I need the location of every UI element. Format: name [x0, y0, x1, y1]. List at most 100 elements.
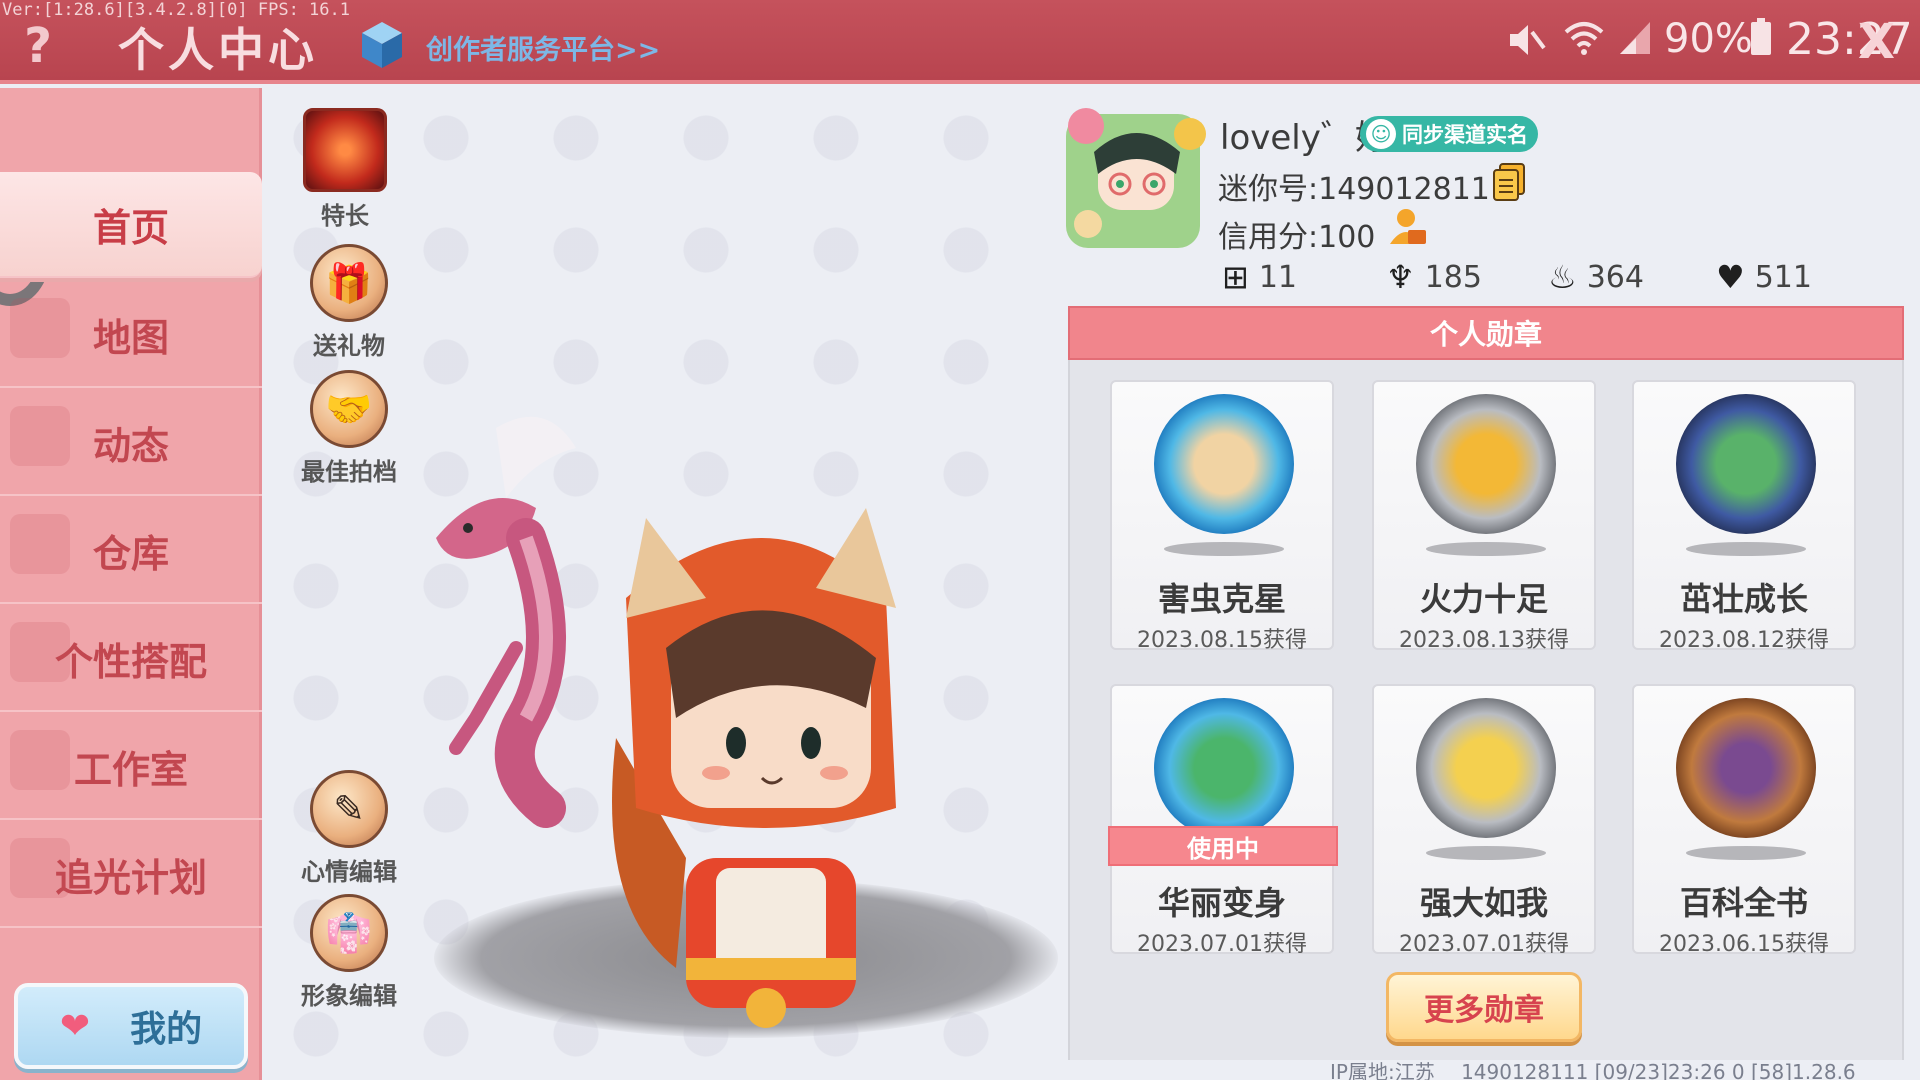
nav-label: 地图 — [92, 315, 169, 360]
copy-icon[interactable] — [1492, 162, 1526, 202]
close-button[interactable]: X — [1858, 14, 1895, 70]
nav-label: 仓库 — [92, 531, 169, 576]
tool-gift[interactable]: 🎁 送礼物 — [294, 244, 404, 361]
medal-bug-icon — [1154, 394, 1294, 534]
ip-location: IP属地:江苏 — [1330, 1060, 1435, 1080]
in-use-tag: 使用中 — [1108, 826, 1338, 866]
nav-label: 动态 — [92, 423, 169, 468]
tool-mood-edit[interactable]: ✎ 心情编辑 — [294, 770, 404, 887]
wifi-icon — [1564, 22, 1604, 55]
medal-card[interactable]: 强大如我 2023.07.01获得 — [1372, 684, 1596, 957]
stat-trophy[interactable]: ♆ 185 — [1386, 258, 1482, 296]
help-button[interactable]: ? — [14, 18, 62, 74]
nav-feed[interactable]: 动态 — [0, 390, 262, 496]
mine-label: 我的 — [130, 1009, 203, 1050]
medal-card[interactable]: 火力十足 2023.08.13获得 — [1372, 380, 1596, 653]
profile-avatar[interactable] — [1058, 104, 1208, 254]
tool-label: 送礼物 — [313, 332, 385, 360]
mute-icon — [1510, 25, 1546, 55]
medal-shadow — [1426, 846, 1546, 860]
medal-card[interactable]: 茁壮成长 2023.08.12获得 — [1632, 380, 1856, 653]
medal-date: 2023.08.15获得 — [1137, 628, 1307, 653]
trophy-cup-icon: ♆ — [1386, 258, 1415, 296]
footer-log: [09/23]23:26 0 [58]1.28.6 — [1594, 1060, 1856, 1080]
medal-card[interactable]: 害虫克星 2023.08.15获得 — [1110, 380, 1334, 653]
stat-flame[interactable]: ♨ 364 — [1548, 258, 1644, 296]
stat-value: 185 — [1424, 259, 1482, 295]
realname-badge[interactable]: ☺ 同步渠道实名 — [1360, 116, 1538, 152]
medal-date: 2023.07.01获得 — [1137, 932, 1307, 957]
medal-name: 华丽变身 — [1157, 884, 1286, 922]
nav-label: 个性搭配 — [54, 639, 207, 684]
realname-label: 同步渠道实名 — [1402, 123, 1528, 147]
medal-dino-icon — [1154, 698, 1294, 838]
nav-studio[interactable]: 工作室 — [0, 714, 262, 820]
medal-name: 害虫克星 — [1157, 580, 1286, 618]
stat-value: 364 — [1586, 259, 1644, 295]
nav-warehouse[interactable]: 仓库 — [0, 498, 262, 604]
nav-outfit[interactable]: 个性搭配 — [0, 606, 262, 712]
tool-label: 特长 — [321, 202, 369, 230]
sidebar: 首页 地图 动态 仓库 个性搭配 工作室 追光计划 — [0, 88, 262, 1080]
medal-frog-king-icon — [1676, 394, 1816, 534]
player-avatar[interactable] — [566, 488, 966, 1048]
footer-id: 1490128111 — [1461, 1060, 1589, 1080]
tool-label: 最佳拍档 — [301, 458, 397, 486]
handshake-icon: 🤝 — [310, 370, 388, 448]
tool-label: 心情编辑 — [301, 858, 397, 886]
nav-map[interactable]: 地图 — [0, 282, 262, 388]
gift-icon: 🎁 — [310, 244, 388, 322]
character-stage: 特长 🎁 送礼物 🤝 最佳拍档 ✎ 心情编辑 👘 形象编辑 — [266, 88, 1066, 1080]
page-title: 个人中心 — [118, 23, 318, 77]
medal-date: 2023.08.13获得 — [1399, 628, 1569, 653]
person-icon: ☺ — [1366, 119, 1396, 149]
stat-value: 511 — [1754, 259, 1812, 295]
medal-name: 百科全书 — [1679, 884, 1808, 922]
medal-shadow — [1686, 542, 1806, 556]
medal-card[interactable]: 百科全书 2023.06.15获得 — [1632, 684, 1856, 957]
nav-light-chase[interactable]: 追光计划 — [0, 822, 262, 928]
plus-box-icon: ⊞ — [1222, 258, 1249, 296]
medal-date: 2023.07.01获得 — [1399, 932, 1569, 957]
nav-label: 追光计划 — [54, 855, 207, 900]
medal-book-icon — [1676, 698, 1816, 838]
stat-plus[interactable]: ⊞ 11 — [1222, 258, 1297, 296]
medal-header: 个人勋章 — [1068, 306, 1904, 360]
mini-id: 迷你号:1490128111 — [1218, 172, 1509, 207]
medal-card[interactable]: 使用中 华丽变身 2023.07.01获得 — [1108, 684, 1338, 957]
mine-button[interactable]: ❤ 我的 — [14, 983, 248, 1069]
medal-shadow — [1426, 542, 1546, 556]
costume-icon: 👘 — [310, 894, 388, 972]
credit-person-icon[interactable] — [1386, 206, 1428, 248]
medal-name: 茁壮成长 — [1679, 580, 1808, 618]
medal-date: 2023.08.12获得 — [1659, 628, 1829, 653]
nav-label: 首页 — [92, 205, 169, 250]
heart-icon: ❤ — [59, 1005, 91, 1047]
medal-name: 强大如我 — [1419, 884, 1548, 922]
bell-icon — [10, 406, 70, 466]
medal-date: 2023.06.15获得 — [1659, 932, 1829, 957]
medal-shadow — [1164, 542, 1284, 556]
nav-label: 工作室 — [73, 747, 188, 792]
battery-icon — [1751, 18, 1771, 55]
credit-score: 信用分:100 — [1218, 220, 1376, 255]
stat-heart[interactable]: ♥ 511 — [1716, 258, 1812, 296]
tool-specialty[interactable]: 特长 — [290, 108, 400, 231]
medal-strong-icon — [1416, 698, 1556, 838]
creator-platform-link[interactable]: 创作者服务平台>> — [426, 28, 660, 67]
studio-icon — [10, 730, 70, 790]
more-medals-button[interactable]: 更多勋章 — [1386, 972, 1582, 1042]
heart-icon: ♥ — [1716, 258, 1745, 296]
tool-best-partner[interactable]: 🤝 最佳拍档 — [294, 370, 404, 487]
footer-info: IP属地:江苏 1490128111 [09/23]23:26 0 [58]1.… — [1330, 1056, 1856, 1080]
battery-percent: 90% — [1664, 16, 1753, 62]
medal-name: 火力十足 — [1419, 580, 1548, 618]
cube-icon[interactable] — [360, 20, 404, 70]
fire-spirit-icon — [303, 108, 387, 192]
top-bar: Ver:[1:28.6][3.4.2.8][0] FPS: 16.1 ? 个人中… — [0, 0, 1920, 84]
nav-home[interactable]: 首页 — [0, 172, 262, 278]
star-icon — [10, 838, 70, 898]
tool-look-edit[interactable]: 👘 形象编辑 — [294, 894, 404, 1011]
edit-icon: ✎ — [310, 770, 388, 848]
signal-icon — [1620, 22, 1650, 54]
